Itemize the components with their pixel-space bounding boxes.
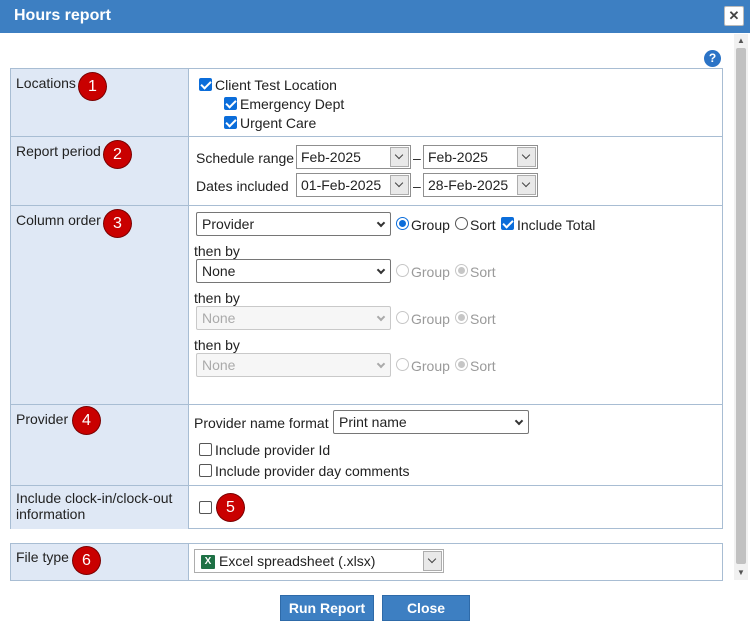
then-by-label-1: then by	[194, 243, 240, 259]
column-order-select-1[interactable]: Provider	[196, 212, 391, 236]
sort-radio-2[interactable]	[455, 264, 468, 277]
chevron-down-icon	[514, 416, 524, 426]
file-type-label: File type	[16, 549, 69, 565]
location-label-client-test: Client Test Location	[215, 77, 337, 93]
sort-radio-3[interactable]	[455, 311, 468, 324]
file-type-combo[interactable]: X Excel spreadsheet (.xlsx)	[194, 549, 444, 573]
help-icon[interactable]: ?	[704, 50, 721, 67]
include-total-label: Include Total	[517, 217, 596, 233]
include-provider-id-label: Include provider Id	[215, 442, 331, 458]
schedule-to-combo[interactable]: Feb-2025	[423, 145, 538, 169]
report-period-row: Report period 2 Schedule range Feb-2025 …	[11, 137, 722, 206]
provider-label: Provider	[16, 411, 69, 427]
location-label-urgent-care: Urgent Care	[240, 115, 317, 131]
locations-row: Locations 1 Client Test Location Emergen…	[11, 69, 722, 137]
group-label-2: Group	[411, 264, 450, 280]
name-format-label: Provider name format	[194, 415, 329, 431]
badge-5: 5	[217, 494, 244, 521]
chevron-down-icon[interactable]	[517, 147, 536, 167]
chevron-down-icon[interactable]	[390, 147, 409, 167]
location-checkbox-client-test[interactable]	[199, 78, 212, 91]
locations-label: Locations	[16, 75, 76, 91]
chevron-down-icon	[376, 312, 386, 322]
group-radio-3[interactable]	[396, 311, 409, 324]
column-order-select-4[interactable]: None	[196, 353, 391, 377]
dates-to-combo[interactable]: 28-Feb-2025	[423, 173, 538, 197]
group-radio-1[interactable]	[396, 217, 409, 230]
chevron-down-icon	[376, 359, 386, 369]
include-comments-checkbox[interactable]	[199, 464, 212, 477]
provider-row: Provider 4 Provider name format Print na…	[11, 405, 722, 486]
then-by-label-2: then by	[194, 290, 240, 306]
scroll-down-icon[interactable]: ▼	[734, 566, 748, 580]
include-total-checkbox[interactable]	[501, 217, 514, 230]
badge-2: 2	[104, 141, 131, 168]
clock-label: Include clock-in/clock-out information	[16, 490, 173, 522]
sort-label-2: Sort	[470, 264, 496, 280]
group-label-4: Group	[411, 358, 450, 374]
badge-1: 1	[79, 73, 106, 100]
scrollbar-thumb[interactable]	[736, 48, 746, 564]
file-type-panel: File type 6 X Excel spreadsheet (.xlsx)	[10, 543, 723, 581]
window-title: Hours report	[14, 7, 111, 24]
name-format-select[interactable]: Print name	[333, 410, 529, 434]
range-dash: –	[413, 150, 421, 166]
close-icon[interactable]: ✕	[724, 6, 744, 26]
include-comments-label: Include provider day comments	[215, 463, 410, 479]
dates-from-combo[interactable]: 01-Feb-2025	[296, 173, 411, 197]
column-order-row: Column order 3 Provider Group Sort Inclu…	[11, 206, 722, 405]
clock-info-checkbox[interactable]	[199, 501, 212, 514]
excel-icon: X	[201, 555, 215, 569]
dates-included-label: Dates included	[196, 178, 289, 194]
schedule-from-combo[interactable]: Feb-2025	[296, 145, 411, 169]
vertical-scrollbar[interactable]: ▲ ▼	[734, 34, 748, 580]
location-label-emergency: Emergency Dept	[240, 96, 345, 112]
then-by-label-3: then by	[194, 337, 240, 353]
column-order-select-3[interactable]: None	[196, 306, 391, 330]
close-button[interactable]: Close	[382, 595, 470, 621]
sort-radio-4[interactable]	[455, 358, 468, 371]
schedule-range-label: Schedule range	[196, 150, 295, 166]
chevron-down-icon[interactable]	[517, 175, 536, 195]
sort-label-3: Sort	[470, 311, 496, 327]
group-label-3: Group	[411, 311, 450, 327]
chevron-down-icon	[376, 265, 386, 275]
clock-row: Include clock-in/clock-out information 5	[11, 486, 722, 529]
chevron-down-icon[interactable]	[423, 551, 442, 571]
group-label-1: Group	[411, 217, 450, 233]
sort-label-4: Sort	[470, 358, 496, 374]
chevron-down-icon[interactable]	[390, 175, 409, 195]
chevron-down-icon	[376, 218, 386, 228]
badge-6: 6	[73, 547, 100, 574]
dates-dash: –	[413, 178, 421, 194]
include-provider-id-checkbox[interactable]	[199, 443, 212, 456]
location-checkbox-emergency[interactable]	[224, 97, 237, 110]
sort-label-1: Sort	[470, 217, 496, 233]
report-options-panel: Locations 1 Client Test Location Emergen…	[10, 68, 723, 529]
location-checkbox-urgent-care[interactable]	[224, 116, 237, 129]
column-order-select-2[interactable]: None	[196, 259, 391, 283]
scroll-up-icon[interactable]: ▲	[734, 34, 748, 48]
badge-3: 3	[104, 210, 131, 237]
run-report-button[interactable]: Run Report	[280, 595, 374, 621]
group-radio-2[interactable]	[396, 264, 409, 277]
badge-4: 4	[73, 407, 100, 434]
sort-radio-1[interactable]	[455, 217, 468, 230]
title-bar: Hours report ✕	[0, 0, 750, 33]
column-order-label: Column order	[16, 212, 101, 228]
group-radio-4[interactable]	[396, 358, 409, 371]
report-period-label: Report period	[16, 143, 101, 159]
